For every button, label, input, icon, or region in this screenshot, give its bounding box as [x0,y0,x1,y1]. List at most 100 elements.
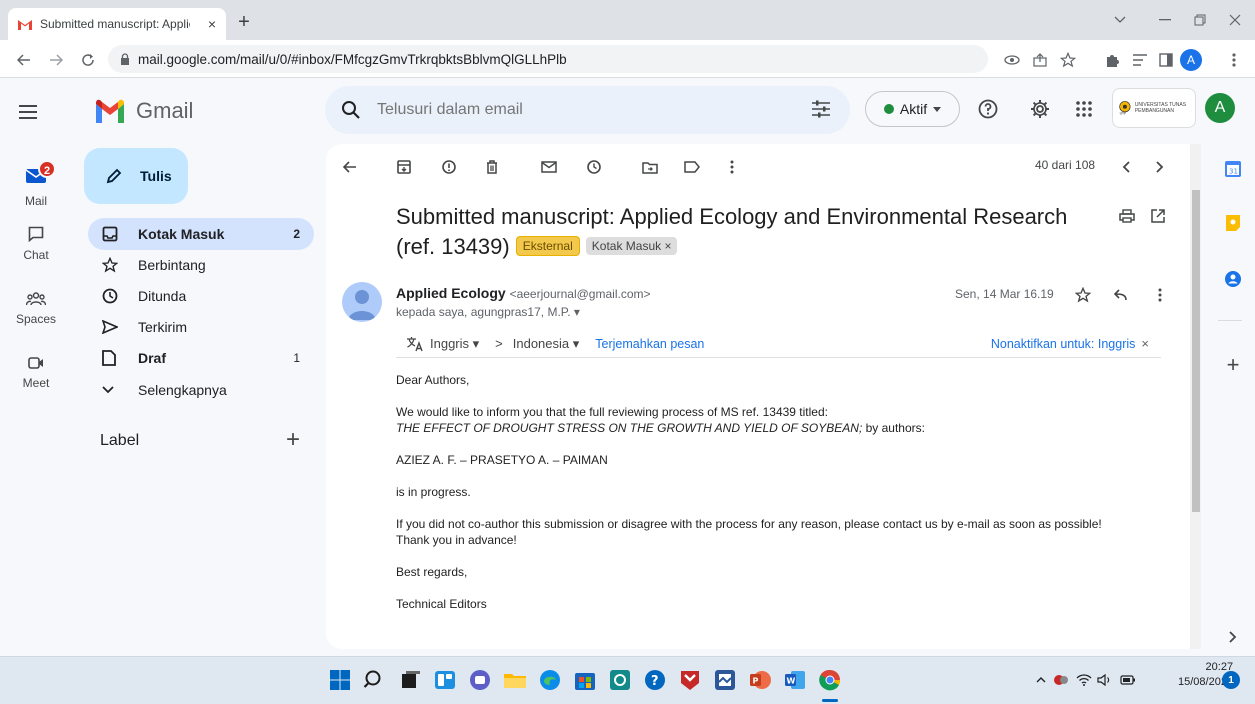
contacts-icon[interactable] [1222,268,1244,290]
settings-gear-icon[interactable] [1028,97,1052,121]
rail-meet[interactable]: Meet [0,356,72,390]
powerpoint-icon[interactable]: P [746,666,774,694]
nav-more[interactable]: Selengkapnya [88,374,314,406]
nav-sent[interactable]: Terkirim [88,311,314,343]
compose-button[interactable]: Tulis [84,148,188,204]
more-options-icon[interactable] [720,155,744,179]
wifi-icon[interactable] [1075,671,1093,689]
inbox-label-chip[interactable]: Kotak Masuk × [585,237,678,255]
star-message-icon[interactable] [1071,283,1095,307]
address-bar[interactable]: mail.google.com/mail/u/0/#inbox/FMfcgzGm… [108,45,988,73]
chrome-icon[interactable] [816,666,844,694]
search-input[interactable] [377,101,757,119]
search-options-icon[interactable] [811,100,831,118]
dismiss-translate-icon[interactable]: × [1141,336,1149,351]
chevron-down-icon[interactable] [1100,8,1140,32]
minimize-button[interactable] [1145,8,1185,32]
security-app-icon[interactable] [676,666,704,694]
manuscript-title: THE EFFECT OF DROUGHT STRESS ON THE GROW… [396,421,863,435]
add-label-icon[interactable]: + [286,426,300,454]
svg-text:W: W [787,677,796,686]
bookmark-star-icon[interactable] [1056,48,1080,72]
windows-start-icon[interactable] [326,666,354,694]
restore-button[interactable] [1180,8,1220,32]
label-tag-icon[interactable] [680,155,704,179]
reading-list-icon[interactable] [1128,48,1152,72]
notification-badge[interactable]: 1 [1222,671,1240,689]
sender-name[interactable]: Applied Ecology [396,285,506,301]
extensions-icon[interactable] [1100,48,1124,72]
message-more-icon[interactable] [1148,283,1172,307]
help-app-icon[interactable]: ? [641,666,669,694]
nav-snoozed[interactable]: Ditunda [88,280,314,312]
system-tray-chevron-up-icon[interactable] [1032,671,1050,689]
speaker-icon[interactable] [1096,671,1114,689]
word-icon[interactable]: W [781,666,809,694]
share-icon[interactable] [1028,48,1052,72]
reload-icon[interactable] [76,48,100,72]
edge-browser-icon[interactable] [536,666,564,694]
app-launcher-icon[interactable] [606,666,634,694]
move-to-folder-icon[interactable] [638,155,662,179]
status-dropdown[interactable]: Aktif [865,91,960,127]
search-bar[interactable] [325,86,850,134]
nav-inbox[interactable]: Kotak Masuk 2 [88,218,314,250]
calendar-icon[interactable]: 31 [1222,158,1244,180]
snooze-clock-icon[interactable] [582,155,606,179]
organization-logo[interactable]: UTP UNIVERSITAS TUNAS PEMBANGUNAN [1112,88,1196,128]
chrome-menu-icon[interactable] [1222,48,1246,72]
delete-trash-icon[interactable] [480,155,504,179]
task-view-icon[interactable] [396,666,424,694]
back-to-inbox-icon[interactable] [338,155,362,179]
sender-avatar-icon[interactable] [342,282,382,322]
body-line-1: We would like to inform you that the ful… [396,405,828,419]
tray-app-icon[interactable] [1052,671,1070,689]
rail-mail[interactable]: 2 Mail [0,160,72,208]
browser-tab[interactable]: Submitted manuscript: Applied E × [8,8,226,40]
disable-translate-link[interactable]: Nonaktifkan untuk: Inggris [991,337,1136,351]
back-arrow-icon[interactable] [12,48,36,72]
recipients-line[interactable]: kepada saya, agungpras17, M.P. ▾ [396,305,580,319]
eye-icon[interactable] [1000,48,1024,72]
older-chevron-right-icon[interactable] [1148,155,1172,179]
side-panel-icon[interactable] [1154,48,1178,72]
newer-chevron-left-icon[interactable] [1114,155,1138,179]
chrome-profile-avatar[interactable]: A [1180,49,1202,71]
archive-icon[interactable] [392,155,416,179]
rail-chat-label: Chat [23,248,49,262]
apps-grid-icon[interactable] [1072,97,1096,121]
translate-message-link[interactable]: Terjemahkan pesan [595,337,704,351]
file-explorer-icon[interactable] [501,666,529,694]
nav-starred[interactable]: Berbintang [88,249,314,281]
add-addon-icon[interactable]: + [1222,352,1244,377]
search-icon[interactable] [341,100,361,120]
mark-unread-icon[interactable] [537,155,561,179]
rail-spaces[interactable]: Spaces [0,292,72,326]
target-language-dropdown[interactable]: Indonesia ▾ [513,336,580,352]
show-side-panel-chevron-icon[interactable] [1222,626,1244,648]
taskbar-search-icon[interactable] [361,666,389,694]
keep-icon[interactable] [1222,212,1244,234]
print-icon[interactable] [1115,204,1139,228]
teams-chat-icon[interactable] [466,666,494,694]
close-window-button[interactable] [1215,8,1255,32]
store-icon[interactable] [571,666,599,694]
source-language-dropdown[interactable]: Inggris ▾ [430,336,479,352]
rail-chat[interactable]: Chat [0,226,72,262]
report-spam-icon[interactable] [437,155,461,179]
body-signature: Technical Editors [396,597,487,611]
forward-arrow-icon[interactable] [44,48,68,72]
help-icon[interactable] [976,97,1000,121]
account-avatar[interactable]: A [1205,93,1235,123]
tab-close-icon[interactable]: × [208,16,216,32]
new-tab-button[interactable]: + [232,10,256,34]
nav-drafts[interactable]: Draf 1 [88,342,314,374]
gmail-logo-icon[interactable] [94,99,126,123]
main-menu-icon[interactable] [16,100,40,124]
battery-icon[interactable] [1119,671,1137,689]
reply-icon[interactable] [1108,283,1132,307]
scrollbar-thumb[interactable] [1192,190,1200,512]
open-new-window-icon[interactable] [1146,204,1170,228]
whiteboard-app-icon[interactable] [711,666,739,694]
widgets-icon[interactable] [431,666,459,694]
